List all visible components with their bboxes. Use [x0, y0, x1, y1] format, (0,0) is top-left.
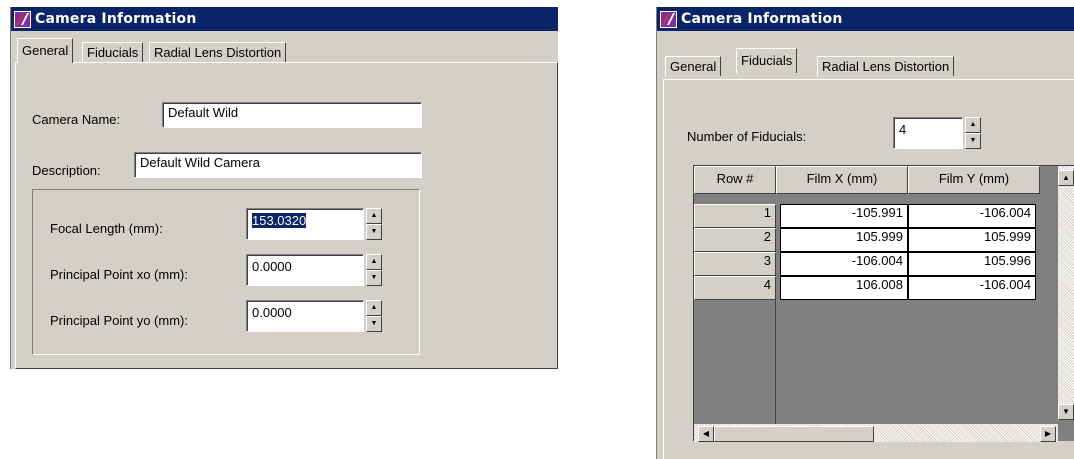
window-title: Camera Information: [681, 11, 843, 27]
film-y-cell[interactable]: -106.004: [908, 204, 1036, 228]
focal-length-input[interactable]: 153.0320: [246, 208, 364, 240]
spin-up-arrow-icon[interactable]: ▲: [366, 208, 382, 224]
focal-length-label: Focal Length (mm):: [50, 221, 163, 236]
tab-label: Fiducials: [741, 53, 793, 68]
tab-fiducials[interactable]: Fiducials: [736, 48, 798, 73]
film-x-cell[interactable]: 105.999: [780, 228, 908, 252]
tab-strip: General Fiducials Radial Lens Distortion: [657, 48, 1074, 76]
spin-up-arrow-icon[interactable]: ▲: [965, 117, 981, 133]
camera-info-window-fiducials: Camera Information General Fiducials Rad…: [656, 7, 1074, 459]
tab-radial-lens-distortion[interactable]: Radial Lens Distortion: [817, 56, 955, 76]
principal-point-yo-label: Principal Point yo (mm):: [50, 313, 188, 328]
tab-strip: General Fiducials Radial Lens Distortion: [11, 38, 558, 63]
row-number-cell[interactable]: 2: [694, 228, 776, 252]
tab-label: General: [670, 59, 717, 74]
film-y-cell[interactable]: 105.999: [908, 228, 1036, 252]
description-input[interactable]: Default Wild Camera: [134, 152, 422, 178]
row-number-cell[interactable]: 3: [694, 252, 776, 276]
horizontal-scroll-thumb[interactable]: [714, 426, 874, 442]
principal-point-yo-input[interactable]: 0.0000: [246, 300, 364, 332]
tab-radial-lens-distortion[interactable]: Radial Lens Distortion: [149, 42, 287, 62]
principal-point-xo-stepper[interactable]: ▲ ▼: [366, 254, 382, 286]
tab-general[interactable]: General: [17, 38, 74, 63]
camera-app-icon: [14, 10, 31, 28]
tab-label: Radial Lens Distortion: [822, 59, 950, 74]
scroll-down-arrow-icon[interactable]: ▼: [1058, 404, 1074, 420]
row-number-cell[interactable]: 4: [694, 276, 776, 300]
title-bar[interactable]: Camera Information: [657, 7, 1074, 31]
camera-app-icon: [660, 10, 677, 28]
spin-down-arrow-icon[interactable]: ▼: [366, 316, 382, 332]
spin-down-arrow-icon[interactable]: ▼: [965, 133, 981, 149]
principal-point-xo-input[interactable]: 0.0000: [246, 254, 364, 286]
scroll-up-arrow-icon[interactable]: ▲: [1058, 170, 1074, 186]
tab-fiducials[interactable]: Fiducials: [82, 42, 144, 62]
window-title: Camera Information: [35, 11, 197, 27]
description-label: Description:: [32, 163, 101, 178]
column-header-film-x[interactable]: Film X (mm): [776, 166, 908, 194]
tab-label: Fiducials: [87, 45, 139, 60]
spin-down-arrow-icon[interactable]: ▼: [366, 270, 382, 286]
tab-general[interactable]: General: [665, 56, 722, 76]
vertical-scrollbar[interactable]: [1058, 166, 1074, 420]
film-x-cell[interactable]: 106.008: [780, 276, 908, 300]
row-number-cell[interactable]: 1: [694, 204, 776, 228]
spin-up-arrow-icon[interactable]: ▲: [366, 300, 382, 316]
column-header-row[interactable]: Row #: [694, 166, 776, 194]
column-header-film-y[interactable]: Film Y (mm): [908, 166, 1040, 194]
fiducials-grid[interactable]: Row # Film X (mm) Film Y (mm) 1 -105.991…: [693, 165, 1074, 442]
principal-point-xo-label: Principal Point xo (mm):: [50, 267, 188, 282]
spin-up-arrow-icon[interactable]: ▲: [366, 254, 382, 270]
camera-name-label: Camera Name:: [32, 112, 121, 127]
tab-label: General: [22, 43, 69, 58]
focal-length-stepper[interactable]: ▲ ▼: [366, 208, 382, 240]
camera-name-input[interactable]: Default Wild: [162, 102, 422, 128]
principal-point-yo-stepper[interactable]: ▲ ▼: [366, 300, 382, 332]
number-of-fiducials-input[interactable]: 4: [893, 117, 963, 149]
number-of-fiducials-label: Number of Fiducials:: [687, 129, 807, 144]
row-header-column-filler: [694, 300, 776, 442]
camera-info-window-general: Camera Information General Fiducials Rad…: [10, 7, 558, 369]
film-y-cell[interactable]: 105.996: [908, 252, 1036, 276]
film-x-cell[interactable]: -106.004: [780, 252, 908, 276]
tab-label: Radial Lens Distortion: [154, 45, 282, 60]
film-y-cell[interactable]: -106.004: [908, 276, 1036, 300]
focal-length-value: 153.0320: [252, 213, 307, 228]
film-x-cell[interactable]: -105.991: [780, 204, 908, 228]
number-of-fiducials-stepper[interactable]: ▲ ▼: [965, 117, 981, 149]
scroll-right-arrow-icon[interactable]: ▶: [1040, 426, 1056, 442]
general-tab-panel: Camera Name: Default Wild Description: D…: [15, 62, 558, 369]
spin-down-arrow-icon[interactable]: ▼: [366, 224, 382, 240]
scroll-left-arrow-icon[interactable]: ◀: [698, 426, 714, 442]
title-bar[interactable]: Camera Information: [11, 7, 558, 31]
